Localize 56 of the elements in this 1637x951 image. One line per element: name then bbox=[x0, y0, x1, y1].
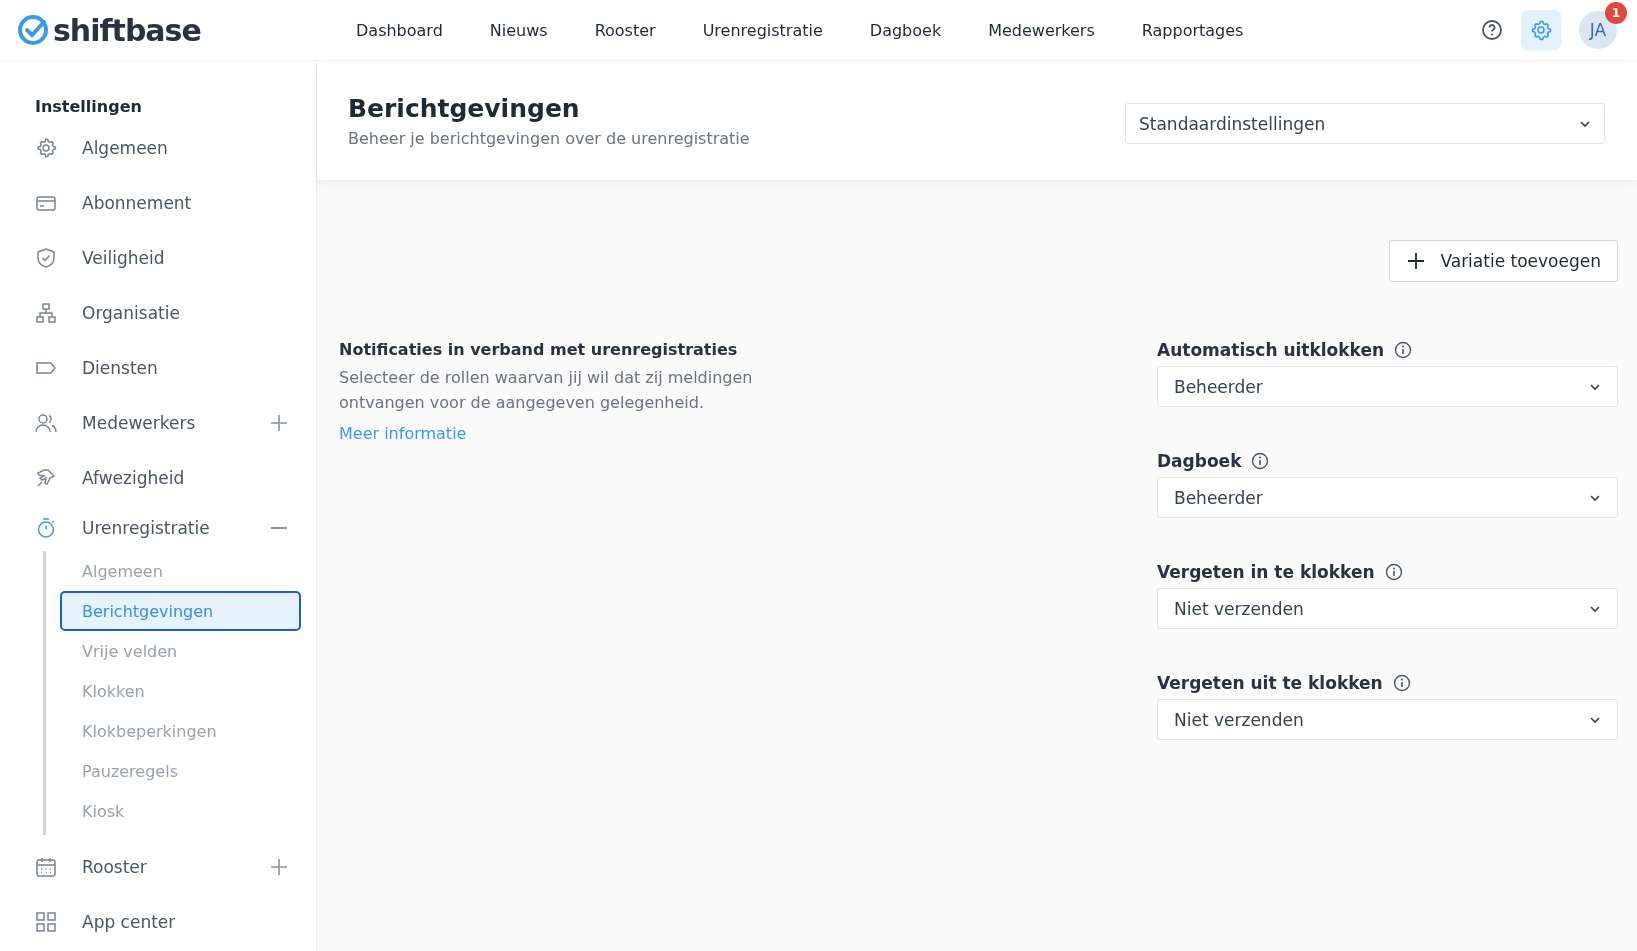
sidebar-item[interactable]: App center bbox=[0, 894, 316, 949]
nav-link[interactable]: Urenregistratie bbox=[702, 20, 823, 40]
info-icon[interactable] bbox=[1251, 452, 1270, 470]
field-label: Dagboek bbox=[1157, 451, 1242, 471]
role-dropdown[interactable]: Niet verzenden bbox=[1157, 699, 1618, 740]
chevron-down-icon bbox=[1589, 715, 1601, 724]
field-label: Automatisch uitklokken bbox=[1157, 340, 1385, 360]
sidebar-item[interactable]: Organisatie bbox=[0, 285, 316, 340]
settings-button[interactable] bbox=[1521, 10, 1561, 50]
field-label: Vergeten in te klokken bbox=[1157, 562, 1375, 582]
preset-dropdown[interactable]: Standaardinstellingen bbox=[1125, 103, 1605, 144]
role-dropdown[interactable]: Beheerder bbox=[1157, 477, 1618, 518]
chevron-down-icon bbox=[1589, 382, 1601, 391]
hierarchy-icon bbox=[35, 301, 57, 324]
section-title: Notificaties in verband met urenregistraties bbox=[339, 340, 739, 359]
nav-link[interactable]: Dagboek bbox=[869, 20, 942, 40]
section-description: Selecteer de rollen waarvan jij wil dat zij meldingen ontvangen voor de aangegeven gelegenheid. bbox=[339, 367, 754, 414]
notification-badge: 1 bbox=[1605, 2, 1627, 24]
chevron-down-icon bbox=[1589, 604, 1601, 613]
sidebar-item[interactable]: Urenregistratie bbox=[0, 505, 316, 551]
grid-icon bbox=[35, 910, 57, 933]
info-icon[interactable] bbox=[1384, 563, 1403, 581]
page-subtitle: Beheer je berichtgevingen over de urenregistratie bbox=[348, 128, 750, 148]
airplane-icon bbox=[35, 466, 57, 489]
nav-link[interactable]: Dashboard bbox=[356, 20, 443, 40]
nav-link[interactable]: Nieuws bbox=[489, 20, 548, 40]
nav-link[interactable]: Rooster bbox=[594, 20, 656, 40]
sidebar-item[interactable]: Diensten bbox=[0, 340, 316, 395]
help-icon[interactable] bbox=[1481, 19, 1503, 41]
logo-text: shiftbase bbox=[53, 12, 201, 48]
add-variation-button[interactable]: Variatie toevoegen bbox=[1389, 240, 1618, 282]
role-dropdown[interactable]: Beheerder bbox=[1157, 366, 1618, 407]
sidebar-item[interactable]: Medewerkers bbox=[0, 395, 316, 450]
sidebar-item[interactable]: Veiligheid bbox=[0, 230, 316, 285]
sidebar-item[interactable]: Algemeen bbox=[0, 120, 316, 175]
calendar-icon bbox=[35, 855, 57, 878]
people-icon bbox=[35, 411, 57, 434]
logo-check-icon bbox=[17, 14, 49, 46]
nav-link[interactable]: Medewerkers bbox=[988, 20, 1095, 40]
chevron-down-icon bbox=[1589, 493, 1601, 502]
field-label: Vergeten uit te klokken bbox=[1157, 673, 1383, 693]
gear-icon bbox=[35, 136, 57, 159]
shield-icon bbox=[35, 246, 57, 269]
sidebar-heading: Instellingen bbox=[34, 97, 143, 116]
sidebar-item[interactable]: Rooster bbox=[0, 839, 316, 894]
info-icon[interactable] bbox=[1394, 341, 1413, 359]
info-icon[interactable] bbox=[1392, 674, 1411, 692]
sidebar-item[interactable]: Abonnement bbox=[0, 175, 316, 230]
nav-link[interactable]: Rapportages bbox=[1141, 20, 1244, 40]
chevron-down-icon bbox=[1579, 119, 1591, 128]
plus-icon bbox=[1406, 251, 1427, 271]
settings-icon bbox=[1530, 19, 1552, 41]
role-dropdown[interactable]: Niet verzenden bbox=[1157, 588, 1618, 629]
sidebar-item[interactable]: Afwezigheid bbox=[0, 450, 316, 505]
page-title: Berichtgevingen bbox=[348, 93, 581, 123]
stopwatch-icon bbox=[35, 517, 57, 539]
